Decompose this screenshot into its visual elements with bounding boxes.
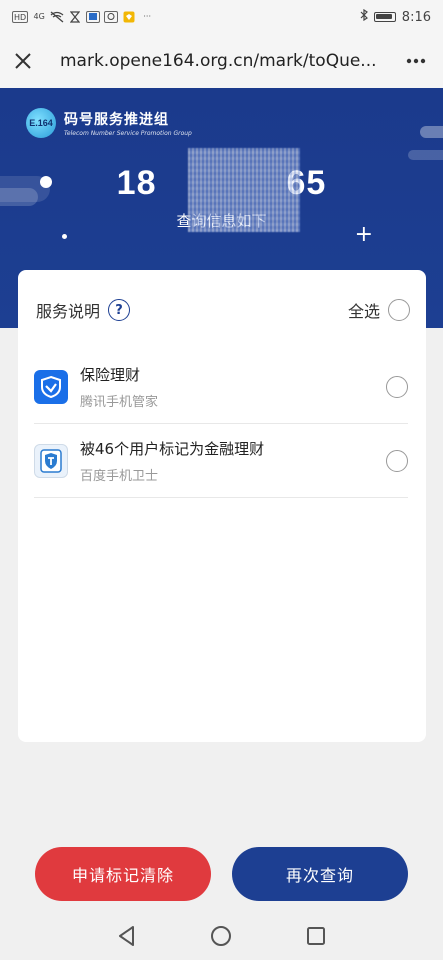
phone-prefix: 18 [116, 164, 157, 202]
logo-subtitle: Telecom Number Service Promotion Group [64, 130, 192, 137]
back-button[interactable] [114, 923, 140, 949]
signal-4g-icon: 4G [33, 12, 45, 21]
item-source: 百度手机卫士 [80, 468, 159, 484]
select-all-radio[interactable] [388, 299, 410, 321]
recents-button[interactable] [303, 923, 329, 949]
result-card: 服务说明 ? 全选 保险理财 腾讯手机管家 被46个用户标记为金融理财 百度手机… [18, 270, 426, 742]
clock: 8:16 [401, 9, 431, 25]
plus-decor-icon: + [354, 222, 373, 247]
logo-title: 码号服务推进组 [64, 112, 169, 128]
help-icon[interactable]: ? [108, 299, 131, 321]
overflow-indicator: ··· [143, 12, 151, 21]
home-circle-icon [211, 926, 232, 946]
redaction-mosaic [188, 148, 300, 232]
select-all-label: 全选 [347, 302, 380, 321]
decor-cloud [420, 126, 443, 138]
hourglass-icon [68, 11, 82, 23]
back-triangle-icon [119, 926, 135, 946]
decor-cloud [408, 150, 443, 160]
close-icon [15, 53, 31, 69]
card-title: 服务说明 [36, 302, 101, 321]
battery-icon [373, 12, 396, 22]
system-nav-bar [0, 912, 443, 960]
baidu-shield-icon [34, 443, 68, 478]
close-button[interactable] [0, 34, 46, 88]
mark-list: 保险理财 腾讯手机管家 被46个用户标记为金融理财 百度手机卫士 [18, 350, 426, 498]
item-title: 被46个用户标记为金融理财 [80, 439, 265, 458]
item-radio[interactable] [386, 375, 408, 398]
bluetooth-icon [360, 8, 368, 25]
list-item[interactable]: 保险理财 腾讯手机管家 [34, 350, 408, 424]
home-button[interactable] [208, 923, 234, 949]
status-bar: HD 4G ··· 8:16 [0, 0, 443, 34]
e164-logo-icon: E.164 [26, 108, 56, 138]
item-title: 保险理财 [80, 365, 141, 384]
decor-dot [62, 234, 67, 239]
more-icon [406, 58, 426, 64]
apply-clear-mark-button[interactable]: 申请标记清除 [35, 847, 211, 901]
more-options-button[interactable] [389, 34, 443, 88]
item-source: 腾讯手机管家 [80, 394, 159, 410]
url-bar[interactable]: mark.opene164.org.cn/mark/toQue... [46, 51, 389, 71]
item-radio[interactable] [386, 449, 408, 472]
news-icon [86, 11, 101, 23]
org-logo: E.164 码号服务推进组 Telecom Number Service Pro… [26, 108, 192, 138]
list-item[interactable]: 被46个用户标记为金融理财 百度手机卫士 [34, 424, 408, 498]
camera-icon [104, 11, 119, 23]
recents-square-icon [306, 927, 325, 945]
card-header: 服务说明 ? 全选 [18, 270, 426, 350]
hd-icon: HD [12, 11, 29, 23]
tencent-shield-icon [34, 369, 68, 404]
wifi-off-icon [50, 11, 64, 23]
browser-toolbar: mark.opene164.org.cn/mark/toQue... [0, 34, 443, 88]
shield-icon [122, 11, 136, 23]
select-all[interactable]: 全选 [348, 298, 410, 322]
requery-button[interactable]: 再次查询 [232, 847, 408, 901]
